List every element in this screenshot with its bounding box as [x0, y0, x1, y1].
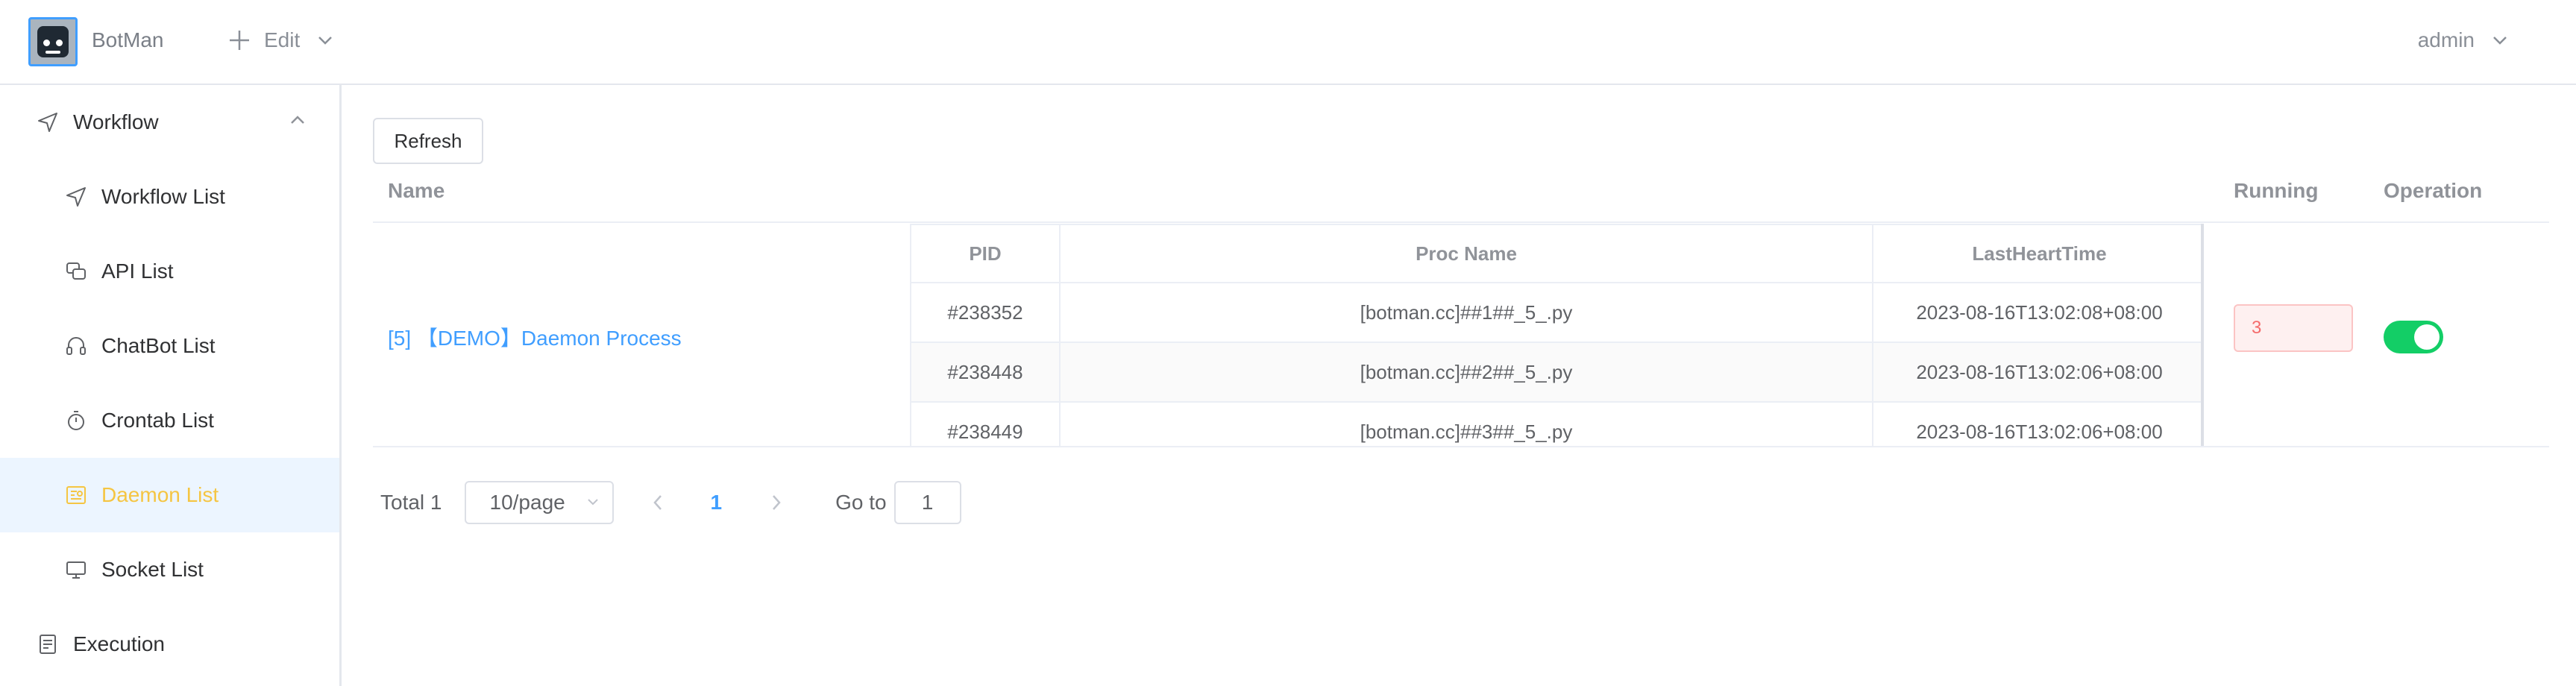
- subtable-header-proc-name: Proc Name: [1061, 225, 1873, 282]
- edit-menu-label: Edit: [264, 28, 301, 51]
- user-menu[interactable]: admin: [2418, 27, 2507, 54]
- subtable-header-last-heart-time: LastHeartTime: [1972, 242, 2107, 265]
- page-number-current[interactable]: 1: [711, 491, 723, 514]
- sidebar-item-label: Workflow List: [101, 185, 225, 208]
- switch-knob: [2414, 324, 2440, 350]
- chevron-down-icon: [2493, 37, 2507, 45]
- page-size-select[interactable]: 10/page: [464, 481, 614, 524]
- pagination: Total 1 10/page 1 Go to 1: [380, 480, 961, 525]
- brand-name[interactable]: BotMan: [92, 28, 164, 52]
- last-heart-time-cell: 2023-08-16T13:02:06+08:00: [1916, 420, 2163, 443]
- sidebar-item-label: Crontab List: [101, 409, 214, 432]
- table-row-divider: [373, 446, 2549, 447]
- column-header-running[interactable]: Running: [2234, 179, 2319, 203]
- last-heart-time-cell: 2023-08-16T13:02:08+08:00: [1916, 300, 2163, 324]
- monitor-icon: [64, 558, 88, 582]
- page-size-value: 10/page: [489, 491, 565, 514]
- api-icon: [64, 259, 88, 283]
- prev-page-button[interactable]: [653, 494, 663, 511]
- botman-logo[interactable]: [28, 17, 78, 66]
- sidebar-item-api-list[interactable]: API List: [0, 234, 339, 309]
- sidebar-item-label: API List: [101, 259, 174, 283]
- top-header: BotMan Edit admin: [0, 0, 2576, 85]
- sidebar: Workflow Workflow List API List ChatBot …: [0, 85, 342, 686]
- chevron-left-icon: [653, 495, 662, 510]
- subtable-header-pid: PID: [911, 225, 1061, 282]
- sidebar-item-chatbot-list[interactable]: ChatBot List: [0, 309, 339, 383]
- sidebar-group-label: Execution: [73, 632, 165, 655]
- table-row: #238448 [botman.cc]##2##_5_.py 2023-08-1…: [911, 343, 2201, 403]
- pagination-total: Total 1: [380, 491, 442, 514]
- goto-label: Go to: [835, 491, 887, 514]
- stopwatch-icon: [64, 409, 88, 432]
- navigation-icon: [36, 110, 60, 134]
- table-row: #238449 [botman.cc]##3##_5_.py 2023-08-1…: [911, 403, 2201, 446]
- proc-name-cell: [botman.cc]##2##_5_.py: [1061, 343, 1873, 401]
- sidebar-group-label: Workflow: [73, 110, 159, 133]
- robot-head-icon: [37, 26, 69, 57]
- pid-cell: #238448: [911, 343, 1061, 401]
- sidebar-item-label: Daemon List: [101, 483, 219, 506]
- sidebar-item-workflow-list[interactable]: Workflow List: [0, 160, 339, 234]
- column-header-name[interactable]: Name: [388, 179, 444, 203]
- process-subtable[interactable]: PID Proc Name LastHeartTime #238352 [bot…: [910, 224, 2204, 446]
- proc-name-cell: [botman.cc]##1##_5_.py: [1061, 283, 1873, 342]
- sidebar-group-execution[interactable]: Execution: [0, 607, 339, 682]
- pid-cell: #238449: [911, 403, 1061, 446]
- plus-icon: [230, 31, 249, 50]
- headset-icon: [64, 334, 88, 358]
- edit-menu[interactable]: Edit: [228, 27, 333, 54]
- next-page-button[interactable]: [771, 494, 782, 511]
- column-header-operation[interactable]: Operation: [2384, 179, 2482, 203]
- proc-name-cell: [botman.cc]##3##_5_.py: [1061, 403, 1873, 446]
- sidebar-item-crontab-list[interactable]: Crontab List: [0, 383, 339, 458]
- navigation-icon: [64, 185, 88, 209]
- chevron-right-icon: [773, 495, 781, 510]
- daemon-name-link[interactable]: [5] 【DEMO】Daemon Process: [388, 322, 682, 352]
- user-name: admin: [2417, 28, 2475, 51]
- table-row: #238352 [botman.cc]##1##_5_.py 2023-08-1…: [911, 283, 2201, 343]
- last-heart-time-cell: 2023-08-16T13:02:06+08:00: [1916, 360, 2163, 383]
- pid-cell: #238352: [911, 283, 1061, 342]
- sidebar-item-label: Socket List: [101, 558, 204, 581]
- table-header-divider: [373, 221, 2549, 223]
- daemon-enable-switch[interactable]: [2384, 321, 2443, 353]
- chevron-down-icon: [587, 499, 598, 506]
- document-icon: [36, 632, 60, 656]
- running-count-input[interactable]: 3: [2234, 304, 2353, 352]
- sidebar-item-label: ChatBot List: [101, 334, 216, 357]
- chevron-up-icon: [291, 116, 304, 124]
- daemon-icon: [64, 483, 88, 507]
- sidebar-item-daemon-list[interactable]: Daemon List: [0, 458, 339, 532]
- sidebar-group-workflow[interactable]: Workflow: [0, 85, 339, 160]
- refresh-button[interactable]: Refresh: [373, 118, 483, 164]
- sidebar-item-socket-list[interactable]: Socket List: [0, 532, 339, 607]
- goto-page-input[interactable]: 1: [893, 481, 961, 524]
- subtable-header: PID Proc Name LastHeartTime: [911, 224, 2201, 283]
- chevron-down-icon: [318, 37, 333, 45]
